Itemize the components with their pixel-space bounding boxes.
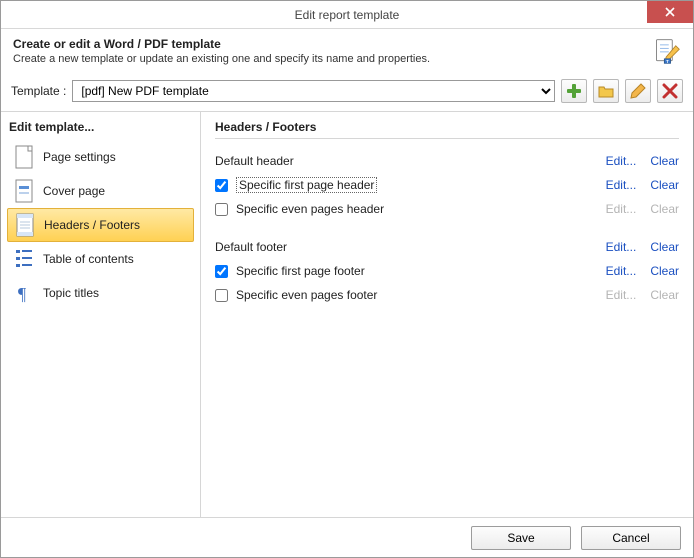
- edit-link[interactable]: Edit...: [606, 178, 637, 192]
- pencil-icon: [630, 83, 646, 99]
- svg-text:¶: ¶: [18, 284, 26, 304]
- checkbox-input[interactable]: [215, 289, 228, 302]
- template-row: Template : [pdf] New PDF template: [1, 75, 693, 109]
- cover-page-icon: [13, 178, 35, 204]
- checkbox-input[interactable]: [215, 265, 228, 278]
- clear-link[interactable]: Clear: [650, 154, 679, 168]
- clear-link: Clear: [650, 288, 679, 302]
- pilcrow-icon: ¶: [13, 280, 35, 306]
- default-footer-label: Default footer: [215, 240, 606, 254]
- window-title: Edit report template: [295, 8, 400, 22]
- svg-text:T: T: [666, 59, 669, 64]
- close-button[interactable]: [647, 1, 693, 23]
- sidebar-item-label: Page settings: [43, 150, 116, 164]
- folder-icon: [598, 83, 614, 99]
- checkbox-input[interactable]: [215, 203, 228, 216]
- sidebar-item-label: Topic titles: [43, 286, 99, 300]
- page-icon: [13, 144, 35, 170]
- toc-icon: [13, 246, 35, 272]
- edit-link: Edit...: [606, 202, 637, 216]
- delete-template-button[interactable]: [657, 79, 683, 103]
- group-default-footer: Default footer Edit... Clear Specific fi…: [215, 235, 679, 307]
- checkbox-first-page-footer[interactable]: Specific first page footer: [215, 264, 606, 278]
- delete-icon: [662, 83, 678, 99]
- header: Create or edit a Word / PDF template Cre…: [1, 29, 693, 75]
- close-icon: [665, 7, 675, 17]
- headers-footers-icon: [14, 212, 36, 238]
- cancel-button[interactable]: Cancel: [581, 526, 681, 550]
- clear-link: Clear: [650, 202, 679, 216]
- content-title: Headers / Footers: [215, 120, 679, 134]
- open-template-button[interactable]: [593, 79, 619, 103]
- add-template-button[interactable]: [561, 79, 587, 103]
- checkbox-even-pages-footer[interactable]: Specific even pages footer: [215, 288, 606, 302]
- edit-template-button[interactable]: [625, 79, 651, 103]
- checkbox-first-page-header[interactable]: Specific first page header: [215, 177, 606, 193]
- sidebar-item-label: Headers / Footers: [44, 218, 140, 232]
- checkbox-input[interactable]: [215, 179, 228, 192]
- clear-link[interactable]: Clear: [650, 264, 679, 278]
- sidebar-item-topic-titles[interactable]: ¶ Topic titles: [7, 276, 194, 310]
- edit-link[interactable]: Edit...: [606, 154, 637, 168]
- header-subtitle: Create a new template or update an exist…: [13, 53, 430, 65]
- default-header-label: Default header: [215, 154, 606, 168]
- checkbox-label: Specific first page footer: [236, 264, 365, 278]
- clear-link[interactable]: Clear: [650, 178, 679, 192]
- template-select[interactable]: [pdf] New PDF template: [72, 80, 555, 102]
- sidebar-item-label: Cover page: [43, 184, 105, 198]
- sidebar-item-cover-page[interactable]: Cover page: [7, 174, 194, 208]
- dialog-edit-report-template: Edit report template Create or edit a Wo…: [0, 0, 694, 558]
- header-title: Create or edit a Word / PDF template: [13, 37, 430, 51]
- save-button[interactable]: Save: [471, 526, 571, 550]
- edit-document-icon: T: [653, 37, 681, 65]
- checkbox-even-pages-header[interactable]: Specific even pages header: [215, 202, 606, 216]
- edit-link: Edit...: [606, 288, 637, 302]
- content-panel: Headers / Footers Default header Edit...…: [201, 112, 693, 517]
- checkbox-label: Specific first page header: [236, 177, 377, 193]
- body: Edit template... Page settings Cover pag…: [1, 112, 693, 517]
- clear-link[interactable]: Clear: [650, 240, 679, 254]
- sidebar-title: Edit template...: [9, 120, 194, 134]
- sidebar-item-toc[interactable]: Table of contents: [7, 242, 194, 276]
- sidebar: Edit template... Page settings Cover pag…: [1, 112, 201, 517]
- template-label: Template :: [11, 84, 66, 98]
- sidebar-item-label: Table of contents: [43, 252, 134, 266]
- edit-link[interactable]: Edit...: [606, 240, 637, 254]
- edit-link[interactable]: Edit...: [606, 264, 637, 278]
- title-bar: Edit report template: [1, 1, 693, 29]
- group-default-header: Default header Edit... Clear Specific fi…: [215, 149, 679, 221]
- checkbox-label: Specific even pages header: [236, 202, 384, 216]
- sidebar-item-headers-footers[interactable]: Headers / Footers: [7, 208, 194, 242]
- rule: [215, 138, 679, 139]
- footer: Save Cancel: [1, 517, 693, 557]
- checkbox-label: Specific even pages footer: [236, 288, 377, 302]
- sidebar-item-page-settings[interactable]: Page settings: [7, 140, 194, 174]
- plus-icon: [566, 83, 582, 99]
